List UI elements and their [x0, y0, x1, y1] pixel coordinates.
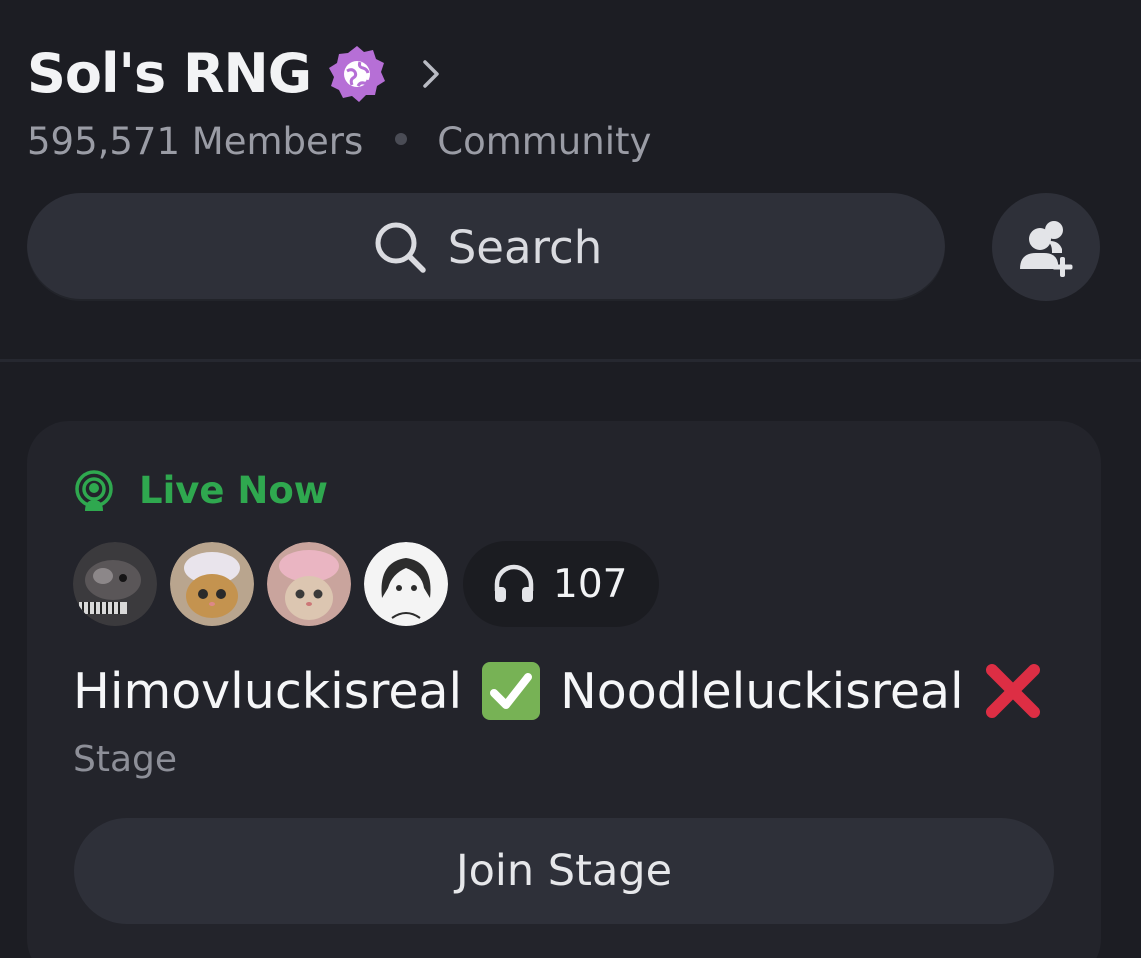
cross-mark-emoji-icon: [985, 664, 1040, 718]
stage-broadcast-icon: [75, 469, 113, 511]
live-now-label: Live Now: [139, 469, 328, 512]
invite-members-button[interactable]: [992, 193, 1100, 301]
participant-avatar: [364, 542, 448, 626]
participant-avatar: [267, 542, 351, 626]
live-stage-card[interactable]: Live Now 107 Himovluckisreal Noodlelucki…: [27, 421, 1101, 958]
search-button[interactable]: Search: [27, 193, 945, 301]
server-name: Sol's RNG: [27, 42, 312, 105]
live-status: Live Now: [73, 469, 328, 512]
stage-type-label: Stage: [73, 739, 178, 780]
listener-count: 107: [553, 561, 628, 607]
server-type: Community: [437, 119, 652, 163]
check-mark-emoji-icon: [482, 662, 541, 720]
chevron-right-icon: [423, 60, 439, 88]
member-count: 595,571 Members: [27, 119, 364, 163]
stage-title: Himovluckisreal Noodleluckisreal: [73, 653, 1044, 729]
search-label: Search: [447, 220, 603, 274]
separator-dot: [395, 133, 408, 145]
listener-count-pill: 107: [463, 541, 660, 627]
stage-title-part2: Noodleluckisreal: [560, 662, 964, 720]
headphones-icon: [494, 564, 534, 602]
stage-title-part1: Himovluckisreal: [73, 662, 463, 720]
server-screen: Sol's RNG 595,571 Members Community Sear…: [0, 0, 1141, 958]
stage-participants: 107: [73, 541, 660, 627]
server-meta: 595,571 Members Community: [27, 116, 651, 166]
add-member-icon: [1020, 221, 1073, 277]
participant-avatar: [170, 542, 254, 626]
divider: [0, 359, 1141, 362]
search-icon: [375, 222, 426, 273]
community-badge-icon: [329, 46, 386, 102]
server-header[interactable]: Sol's RNG: [27, 34, 447, 114]
join-stage-button[interactable]: Join Stage: [74, 818, 1054, 924]
participant-avatar: [73, 542, 157, 626]
